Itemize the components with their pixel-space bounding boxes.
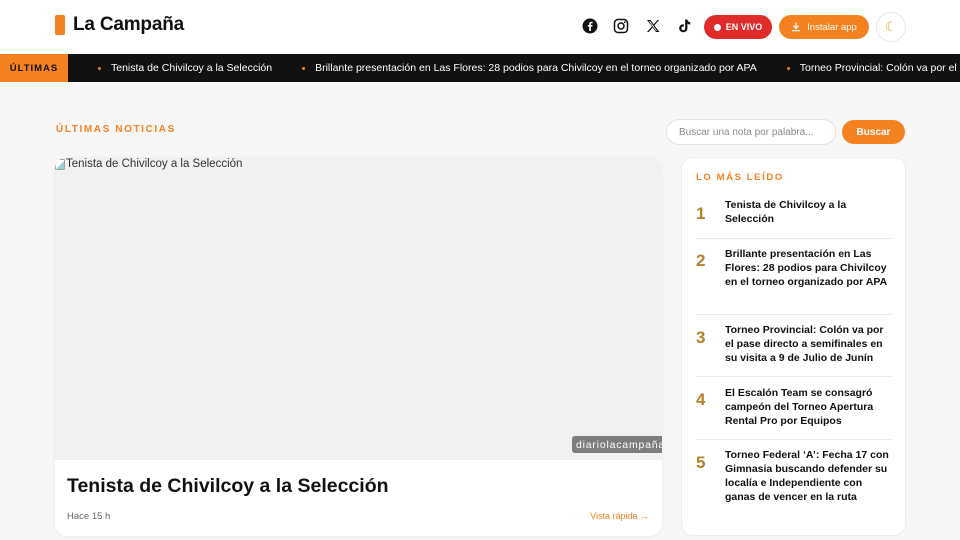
featured-article-headline[interactable]: Tenista de Chivilcoy a la Selección [67,475,389,498]
facebook-icon[interactable] [582,18,598,34]
search-input[interactable] [666,119,836,145]
broken-image-icon [55,159,65,170]
ticker-item[interactable]: Torneo Provincial: Colón va por el pase … [786,62,960,74]
moon-icon: ☾ [885,19,897,34]
rank-number: 2 [696,251,706,270]
most-read-item-title: Tenista de Chivilcoy a la Selección [725,199,847,225]
most-read-item-title: El Escalón Team se consagró campeón del … [725,387,874,427]
rank-number: 1 [696,204,706,223]
most-read-item[interactable]: 3 Torneo Provincial: Colón va por el pas… [696,323,893,367]
section-title: ÚLTIMAS NOTICIAS [56,124,176,135]
rank-number: 5 [696,453,706,472]
ticker-item[interactable]: Tenista de Chivilcoy a la Selección [98,62,272,74]
featured-article-image[interactable]: Tenista de Chivilcoy a la Selección diar… [55,157,662,460]
most-read-item[interactable]: 4 El Escalón Team se consagró campeón de… [696,386,893,430]
divider [696,439,893,440]
install-app-button[interactable]: Instalar app [779,15,869,39]
ticker-item[interactable]: Brillante presentación en Las Flores: 28… [302,62,757,74]
broken-image-placeholder: Tenista de Chivilcoy a la Selección [55,158,242,170]
divider [696,314,893,315]
most-read-item[interactable]: 2 Brillante presentación en Las Flores: … [696,247,893,305]
featured-article-time: Hace 15 h [67,511,111,522]
bullet-icon [786,66,790,70]
site-name: La Campaña [73,14,184,35]
rank-number: 3 [696,328,706,347]
ticker-item-text: Torneo Provincial: Colón va por el pase … [799,62,960,74]
most-read-item-title: Torneo Provincial: Colón va por el pase … [725,324,884,364]
ticker-label: ÚLTIMAS [0,54,68,82]
most-read-title: LO MÁS LEÍDO [696,172,784,183]
most-read-item-title: Brillante presentación en Las Flores: 28… [725,248,888,288]
divider [696,238,893,239]
live-dot-icon [713,23,721,31]
featured-article-card[interactable]: Tenista de Chivilcoy a la Selección diar… [55,157,662,536]
theme-toggle-button[interactable]: ☾ [876,12,906,42]
live-button[interactable]: EN VIVO [704,15,772,39]
logo-mark [55,15,65,35]
image-watermark: diariolacampaña.com.ar [572,436,662,453]
download-icon [792,22,801,32]
instagram-icon[interactable] [613,18,629,34]
divider [696,376,893,377]
quick-view-link[interactable]: Vista rápida → [590,511,649,521]
ticker-item-text: Brillante presentación en Las Flores: 28… [315,62,757,74]
bullet-icon [98,66,101,70]
most-read-item[interactable]: 5 Torneo Federal ‘A’: Fecha 17 con Gimna… [696,448,893,520]
most-read-item[interactable]: 1 Tenista de Chivilcoy a la Selección [696,198,893,228]
ticker-track: Tenista de Chivilcoy a la Selección Bril… [98,54,960,82]
most-read-panel: LO MÁS LEÍDO 1 Tenista de Chivilcoy a la… [681,157,906,536]
most-read-item-title: Torneo Federal ‘A’: Fecha 17 con Gimnasi… [725,449,889,503]
x-icon[interactable] [645,18,661,34]
breaking-news-ticker: ÚLTIMAS Tenista de Chivilcoy a la Selecc… [0,54,960,82]
image-alt-text: Tenista de Chivilcoy a la Selección [66,158,243,170]
ticker-item-text: Tenista de Chivilcoy a la Selección [111,62,273,74]
rank-number: 4 [696,390,706,409]
site-header: La Campaña EN VIVO Instalar app ☾ [0,0,960,54]
site-logo[interactable]: La Campaña [55,14,184,36]
live-label: EN VIVO [725,22,763,32]
search-button[interactable]: Buscar [842,120,905,144]
bullet-icon [302,66,306,70]
tiktok-icon[interactable] [676,18,692,34]
install-app-label: Instalar app [807,21,857,33]
